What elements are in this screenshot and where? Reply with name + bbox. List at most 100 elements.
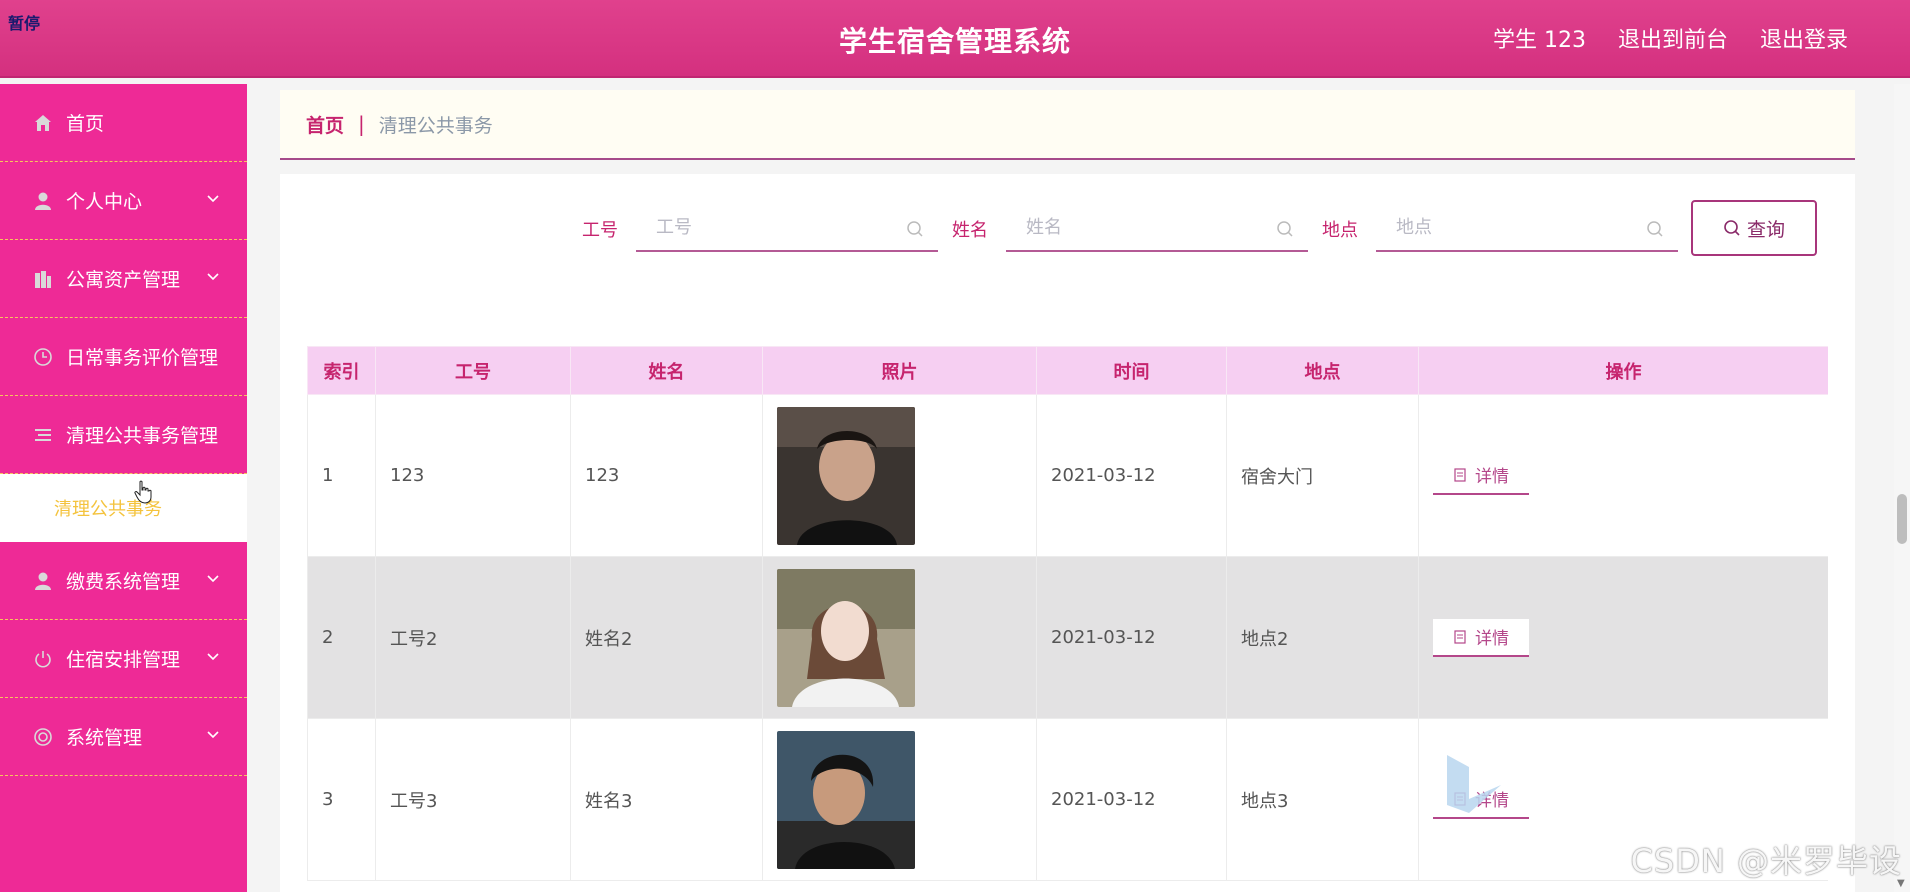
submenu-item-public-cleaning[interactable]: 清理公共事务 — [0, 474, 247, 542]
column-header: 工号 — [375, 346, 571, 395]
sidebar-item-accommodation[interactable]: 住宿安排管理 — [0, 620, 247, 698]
table-row: 2 工号2 姓名2 2021-03-12 地点2 详情 — [307, 556, 1828, 719]
main-content: 工号 姓名 地点 查询 索引 工号 — [280, 174, 1855, 892]
name-label: 姓名 — [952, 220, 988, 241]
cell-name: 姓名2 — [570, 556, 763, 719]
sidebar-item-label: 清理公共事务管理 — [66, 425, 219, 447]
breadcrumb-separator: | — [358, 112, 365, 136]
cell-name: 123 — [570, 394, 763, 557]
location-field[interactable] — [1376, 204, 1678, 252]
job-no-field[interactable] — [636, 204, 938, 252]
column-header: 索引 — [307, 346, 376, 395]
building-icon — [32, 268, 54, 290]
watermark: CSDN @米罗毕设 — [1630, 842, 1902, 880]
sidebar-item-label: 公寓资产管理 — [66, 269, 181, 291]
cell-actions: 详情 — [1418, 556, 1828, 719]
header-links: 学生 123 退出到前台 退出登录 — [1493, 22, 1848, 54]
user-icon — [32, 190, 54, 212]
cell-index: 1 — [307, 394, 376, 557]
home-icon — [32, 112, 54, 134]
column-header: 照片 — [762, 346, 1037, 395]
back-to-front-link[interactable]: 退出到前台 — [1618, 22, 1728, 54]
document-icon — [1454, 467, 1466, 482]
chevron-down-icon — [207, 195, 219, 203]
sidebar-item-apartment-assets[interactable]: 公寓资产管理 — [0, 240, 247, 318]
table-row: 1 123 123 2021-03-12 宿舍大门 详情 — [307, 394, 1828, 557]
page-scrollbar[interactable]: ▼ — [1894, 84, 1910, 892]
chevron-down-icon — [207, 575, 219, 583]
cell-index: 2 — [307, 556, 376, 719]
sidebar-item-label: 缴费系统管理 — [66, 571, 181, 593]
cell-location: 宿舍大门 — [1226, 394, 1419, 557]
query-button-label: 查询 — [1746, 218, 1785, 241]
sidebar-item-label: 首页 — [66, 113, 105, 135]
table-row: 3 工号3 姓名3 2021-03-12 地点3 详情 — [307, 718, 1828, 881]
job-no-input[interactable] — [656, 216, 896, 238]
list-icon — [32, 424, 54, 446]
sidebar-item-label: 住宿安排管理 — [66, 649, 181, 671]
cell-location: 地点2 — [1226, 556, 1419, 719]
detail-button[interactable]: 详情 — [1433, 457, 1529, 495]
cell-time: 2021-03-12 — [1036, 718, 1227, 881]
scrollbar-thumb[interactable] — [1897, 494, 1907, 544]
data-table: 索引 工号 姓名 照片 时间 地点 操作 1 123 123 2021-03-1… — [307, 346, 1828, 892]
cell-photo — [762, 394, 1037, 557]
cell-job-no: 工号2 — [375, 556, 571, 719]
sidebar-item-system[interactable]: 系统管理 — [0, 698, 247, 776]
sidebar: 首页 个人中心 公寓资产管理 日常事务评价管理 清理公共事务管理 清理公共事务 … — [0, 84, 247, 892]
cell-photo — [762, 556, 1037, 719]
location-input[interactable] — [1396, 216, 1636, 238]
detail-button-label: 详情 — [1475, 629, 1509, 649]
sidebar-item-label: 系统管理 — [66, 727, 143, 749]
overlay-logo-icon — [1447, 755, 1501, 813]
sidebar-item-label: 日常事务评价管理 — [66, 347, 219, 369]
table-header-row: 索引 工号 姓名 照片 时间 地点 操作 — [307, 346, 1828, 395]
cell-time: 2021-03-12 — [1036, 556, 1227, 719]
detail-button[interactable]: 详情 — [1433, 618, 1529, 657]
user-icon — [32, 570, 54, 592]
cell-index: 3 — [307, 718, 376, 881]
chevron-down-icon — [207, 273, 219, 281]
detail-button-label: 详情 — [1475, 467, 1509, 487]
clock-icon — [32, 346, 54, 368]
column-header: 时间 — [1036, 346, 1227, 395]
column-header: 操作 — [1418, 346, 1828, 395]
search-icon — [1647, 221, 1663, 237]
cell-location: 地点3 — [1226, 718, 1419, 881]
sidebar-item-personal-center[interactable]: 个人中心 — [0, 162, 247, 240]
sidebar-item-label: 个人中心 — [66, 191, 143, 213]
power-icon — [32, 648, 54, 670]
photo-girl — [777, 568, 915, 707]
cell-job-no: 123 — [375, 394, 571, 557]
breadcrumb-home[interactable]: 首页 — [306, 111, 344, 138]
document-icon — [1454, 629, 1466, 644]
search-icon — [1277, 221, 1293, 237]
search-icon — [907, 221, 923, 237]
query-button[interactable]: 查询 — [1691, 200, 1817, 256]
chevron-down-icon — [207, 653, 219, 661]
column-header: 地点 — [1226, 346, 1419, 395]
sidebar-item-public-cleaning[interactable]: 清理公共事务管理 — [0, 396, 247, 474]
column-header: 姓名 — [570, 346, 763, 395]
settings-icon — [32, 726, 54, 748]
photo-boy — [777, 406, 915, 545]
breadcrumb-current: 清理公共事务 — [378, 114, 493, 137]
job-no-label: 工号 — [582, 220, 618, 241]
sidebar-item-daily-affairs[interactable]: 日常事务评价管理 — [0, 318, 247, 396]
logout-link[interactable]: 退出登录 — [1760, 22, 1848, 54]
cell-name: 姓名3 — [570, 718, 763, 881]
cell-time: 2021-03-12 — [1036, 394, 1227, 557]
cell-photo — [762, 718, 1037, 881]
location-label: 地点 — [1322, 220, 1358, 241]
breadcrumb: 首页 | 清理公共事务 — [280, 90, 1855, 160]
sidebar-item-home[interactable]: 首页 — [0, 84, 247, 162]
top-header: 暂停 学生宿舍管理系统 学生 123 退出到前台 退出登录 — [0, 0, 1910, 78]
hand-cursor-icon — [134, 480, 152, 504]
name-field[interactable] — [1006, 204, 1308, 252]
name-input[interactable] — [1026, 216, 1266, 238]
cell-job-no: 工号3 — [375, 718, 571, 881]
search-icon — [1724, 220, 1740, 236]
sidebar-item-payment[interactable]: 缴费系统管理 — [0, 542, 247, 620]
photo-man — [777, 730, 915, 869]
search-form: 工号 姓名 地点 查询 — [280, 200, 1855, 256]
